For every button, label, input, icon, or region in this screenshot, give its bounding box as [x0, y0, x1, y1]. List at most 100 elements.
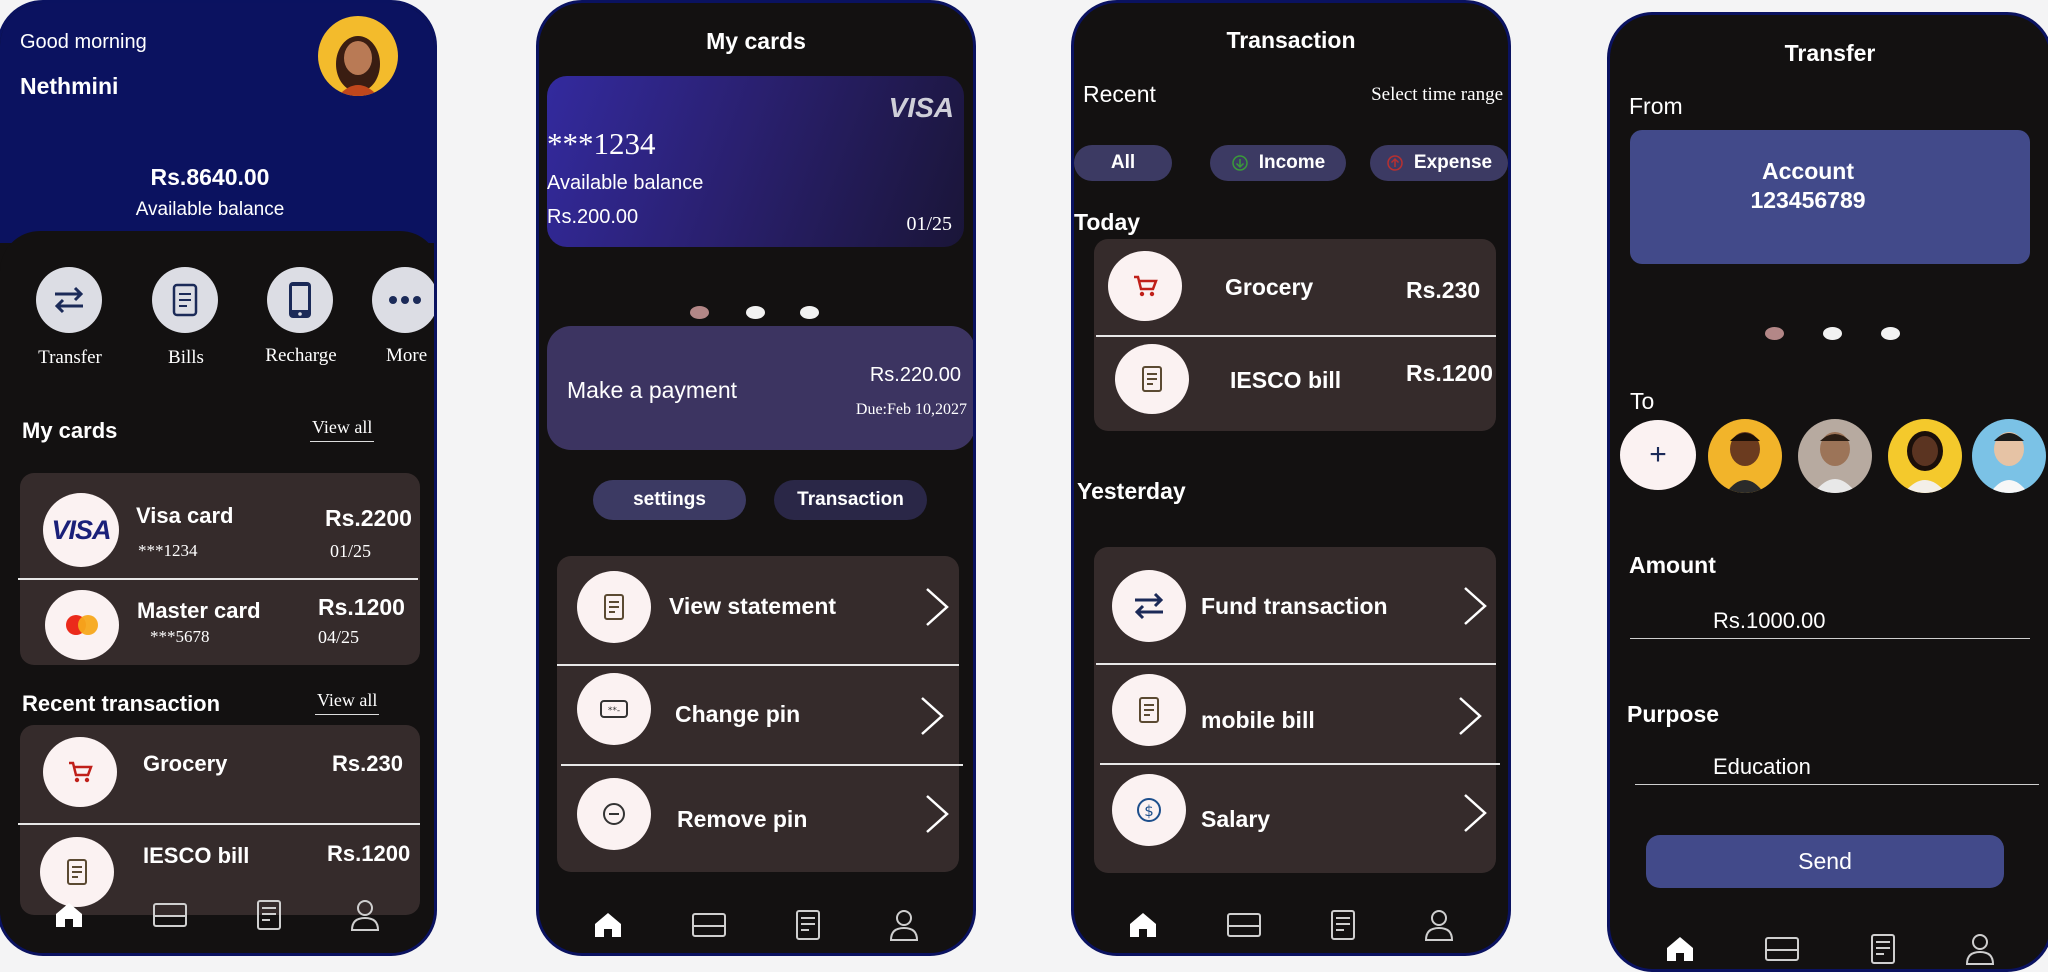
- card-icon[interactable]: [691, 912, 727, 938]
- options-divider-1: [557, 664, 959, 666]
- card-icon[interactable]: [1764, 936, 1800, 962]
- bill-icon: [1139, 697, 1159, 723]
- transfer-icon: [1134, 592, 1164, 620]
- add-recipient-button[interactable]: +: [1620, 420, 1696, 490]
- yesterday-divider-2: [1100, 763, 1500, 765]
- recent-divider: [18, 823, 420, 825]
- mobile-bill-icon-circle: [1112, 674, 1186, 746]
- expense-arrow-icon: [1387, 155, 1403, 171]
- home-icon[interactable]: [1128, 911, 1158, 939]
- document-icon[interactable]: [1330, 909, 1356, 941]
- home-icon[interactable]: [593, 911, 623, 939]
- fund-chevron-icon[interactable]: [1462, 585, 1488, 627]
- mobile-bill-name[interactable]: mobile bill: [1201, 707, 1315, 734]
- select-time-range-button[interactable]: Select time range: [1371, 84, 1503, 106]
- tab-settings[interactable]: settings: [593, 480, 746, 520]
- document-icon[interactable]: [795, 909, 821, 941]
- from-account-card[interactable]: Account 123456789: [1630, 130, 2030, 264]
- change-pin-chevron-icon[interactable]: [919, 695, 945, 737]
- recent-view-all-link[interactable]: View all: [315, 690, 380, 715]
- make-payment-card[interactable]: Make a payment Rs.220.00 Due:Feb 10,2027: [547, 326, 973, 450]
- my-cards-title: My cards: [22, 418, 118, 443]
- total-balance: Rs.8640.00: [150, 164, 270, 190]
- home-icon[interactable]: [1665, 935, 1695, 963]
- document-icon[interactable]: [256, 899, 282, 931]
- card-expiry: 01/25: [906, 213, 952, 235]
- profile-icon[interactable]: [350, 899, 380, 931]
- remove-pin-chevron-icon[interactable]: [924, 793, 950, 835]
- view-statement-icon-circle: [577, 571, 651, 643]
- remove-pin-label[interactable]: Remove pin: [677, 806, 807, 833]
- filter-expense[interactable]: Expense: [1370, 145, 1508, 181]
- card-icon[interactable]: [152, 902, 188, 928]
- transaction-page-title: Transaction: [1226, 27, 1356, 53]
- bottom-nav: [1610, 921, 2048, 969]
- account-dot-3[interactable]: [1881, 327, 1900, 340]
- home-icon[interactable]: [54, 901, 84, 929]
- visa-card-name[interactable]: Visa card: [136, 503, 233, 529]
- recipient-avatar-1[interactable]: [1708, 419, 1782, 493]
- master-card-logo[interactable]: [45, 590, 119, 660]
- payment-amount: Rs.220.00: [869, 364, 961, 386]
- filter-all[interactable]: All: [1074, 145, 1172, 181]
- salary-chevron-icon[interactable]: [1462, 792, 1488, 834]
- view-statement-chevron-icon[interactable]: [924, 586, 950, 628]
- visa-card-logo[interactable]: VISA: [43, 493, 119, 567]
- account-dot-1[interactable]: [1765, 327, 1784, 340]
- account-dot-2[interactable]: [1823, 327, 1842, 340]
- recipient-avatar-4[interactable]: [1972, 419, 2046, 493]
- fund-transaction-name[interactable]: Fund transaction: [1201, 593, 1388, 620]
- bill-icon: [1142, 366, 1162, 392]
- carousel-dot-3[interactable]: [800, 306, 819, 319]
- card-icon[interactable]: [1226, 912, 1262, 938]
- carousel-dot-2[interactable]: [746, 306, 765, 319]
- transfer-icon: [54, 286, 84, 314]
- card-brand: VISA: [888, 92, 954, 123]
- avatar[interactable]: [318, 16, 398, 96]
- send-label: Send: [1798, 848, 1852, 874]
- change-pin-label[interactable]: Change pin: [675, 701, 800, 728]
- filter-expense-label: Expense: [1413, 152, 1493, 173]
- profile-icon[interactable]: [1965, 933, 1995, 965]
- balance-label: Available balance: [135, 199, 285, 220]
- fund-icon-circle: [1112, 570, 1186, 642]
- cart-icon: [69, 761, 93, 783]
- statement-icon: [604, 594, 624, 620]
- today-grocery-name[interactable]: Grocery: [1225, 274, 1313, 301]
- my-cards-view-all-link[interactable]: View all: [310, 417, 375, 442]
- send-button[interactable]: Send: [1646, 835, 2004, 888]
- profile-icon[interactable]: [1424, 909, 1454, 941]
- recipient-avatar-3[interactable]: [1888, 419, 1962, 493]
- make-payment-label: Make a payment: [567, 377, 738, 403]
- amount-input[interactable]: Rs.1000.00: [1630, 607, 2030, 639]
- visa-card-amount: Rs.2200: [325, 505, 412, 531]
- today-iesco-name[interactable]: IESCO bill: [1230, 367, 1341, 394]
- profile-icon[interactable]: [889, 909, 919, 941]
- recharge-action-button[interactable]: [267, 267, 333, 333]
- view-statement-label[interactable]: View statement: [669, 593, 836, 620]
- filter-income[interactable]: Income: [1210, 145, 1346, 181]
- my-cards-page-title: My cards: [706, 28, 806, 54]
- to-label: To: [1630, 388, 1655, 414]
- bills-action-button[interactable]: [152, 267, 218, 333]
- recipient-avatar-2[interactable]: [1798, 419, 1872, 493]
- master-card-number: ***5678: [150, 627, 210, 646]
- cards-divider: [18, 578, 418, 580]
- recharge-action-label: Recharge: [265, 345, 337, 366]
- iesco-name[interactable]: IESCO bill: [143, 843, 249, 869]
- tab-transaction[interactable]: Transaction: [774, 480, 927, 520]
- salary-name[interactable]: Salary: [1201, 806, 1270, 833]
- grocery-name[interactable]: Grocery: [143, 751, 227, 777]
- more-action-button[interactable]: [372, 267, 434, 333]
- transfer-action-button[interactable]: [36, 267, 102, 333]
- change-pin-icon-circle: **-: [577, 673, 651, 745]
- from-label: From: [1629, 93, 1683, 119]
- document-icon[interactable]: [1870, 933, 1896, 965]
- home-screen: Good morning Nethmini Rs.8640.00 Availab…: [0, 0, 437, 956]
- remove-icon: [603, 803, 625, 825]
- mobile-bill-chevron-icon[interactable]: [1457, 695, 1483, 737]
- visa-card-display[interactable]: VISA ***1234 Available balance Rs.200.00…: [547, 76, 964, 247]
- carousel-dot-1[interactable]: [690, 306, 709, 319]
- purpose-input[interactable]: Education: [1635, 753, 2039, 785]
- master-card-name[interactable]: Master card: [137, 598, 261, 624]
